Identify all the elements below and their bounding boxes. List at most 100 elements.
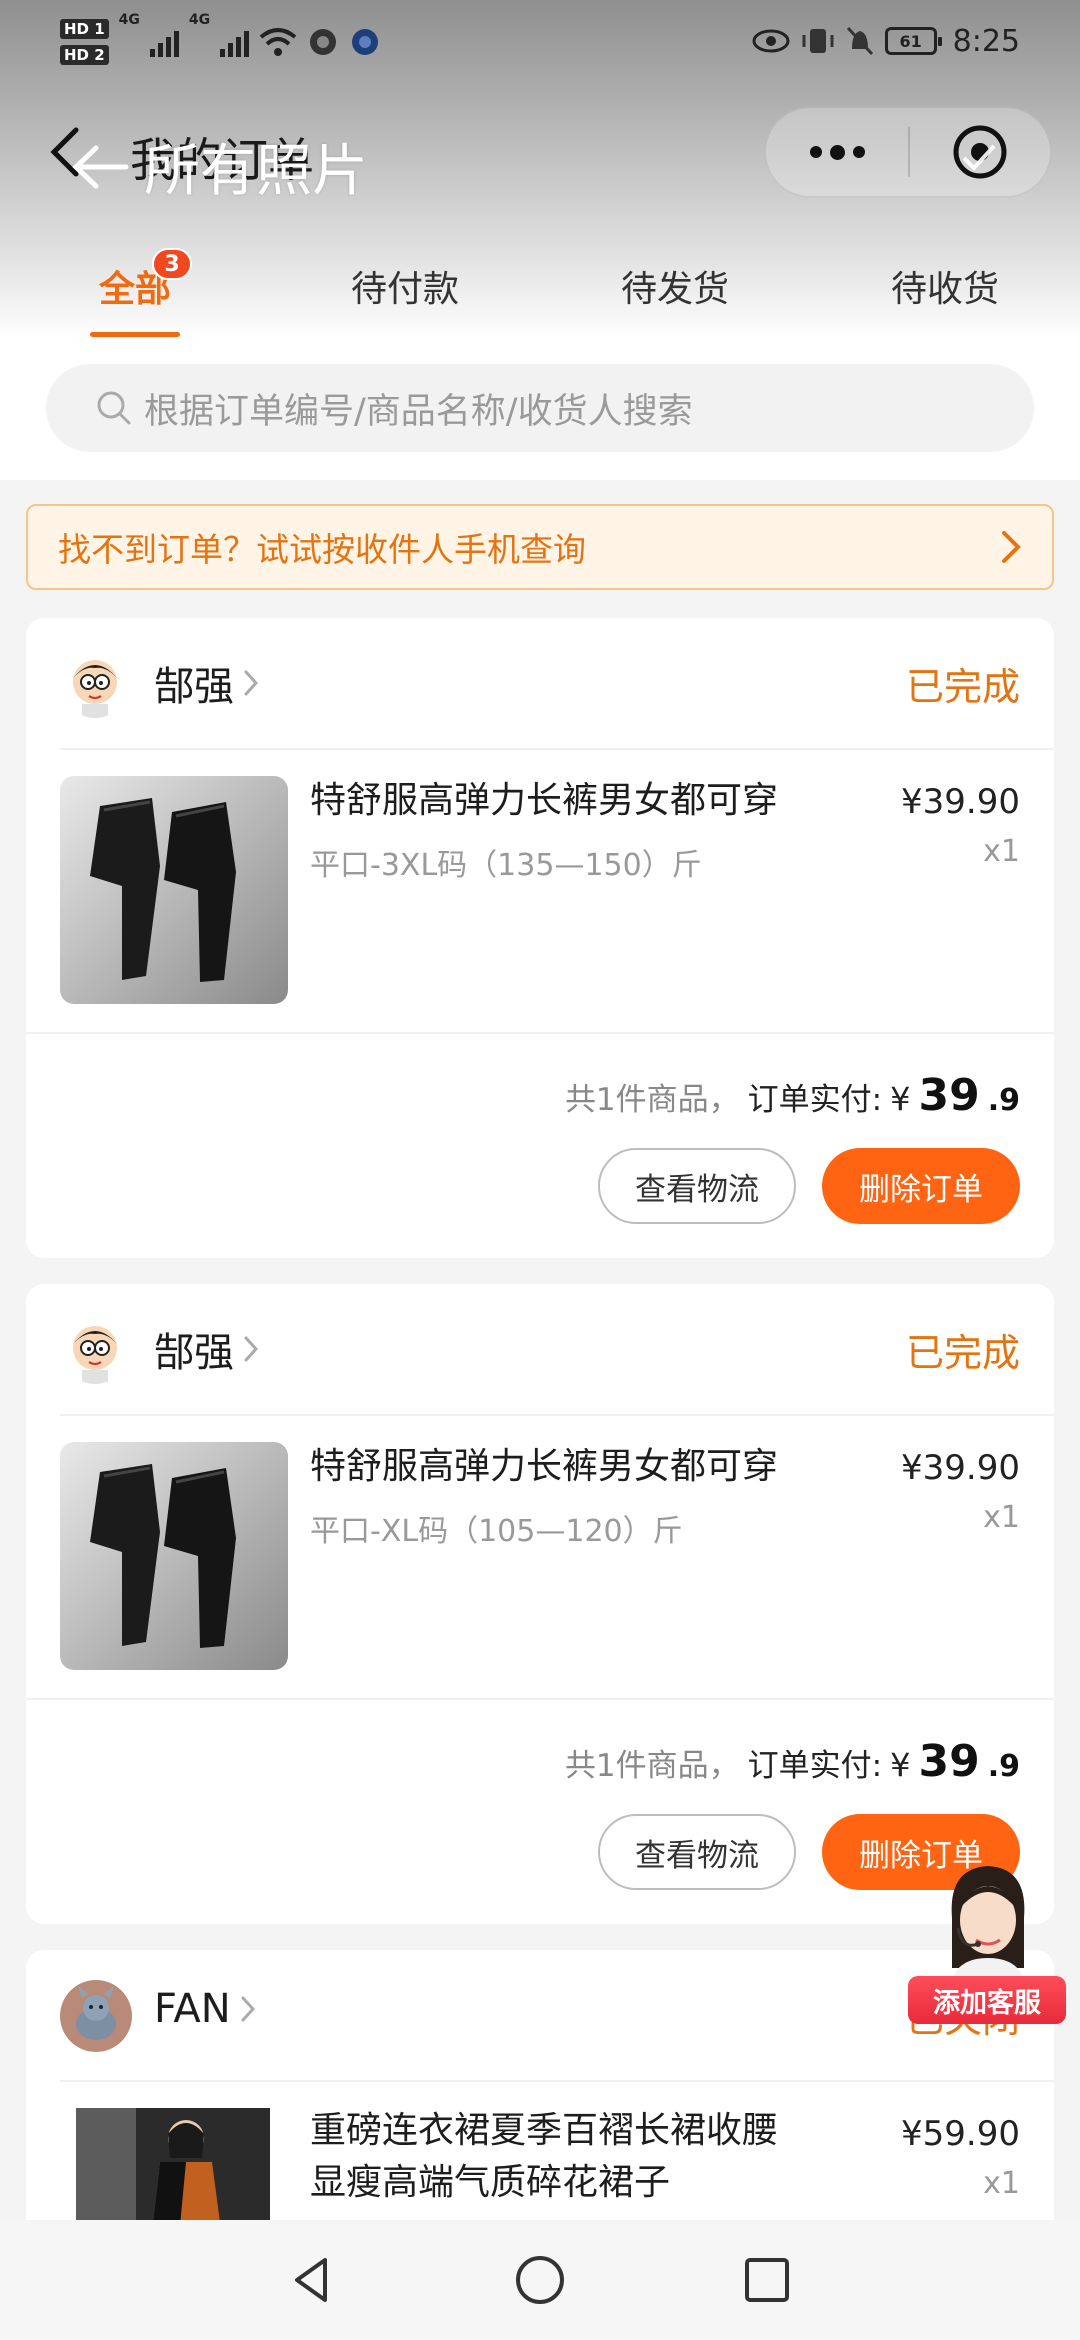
- battery-icon: 61: [884, 27, 942, 55]
- status-left: HD 1 HD 2 4G 4G: [60, 12, 381, 72]
- eye-icon: [752, 29, 790, 53]
- order-summary: 共1件商品， 订单实付: ¥ 39 .9: [565, 1736, 1020, 1787]
- tab-pending-payment[interactable]: 待付款: [270, 240, 540, 340]
- delete-order-button[interactable]: 删除订单: [822, 1148, 1020, 1224]
- tab-underline: [90, 332, 180, 337]
- paid-label: 订单实付:: [747, 1082, 883, 1118]
- tab-label: 待收货: [890, 269, 999, 310]
- product-title-line2[interactable]: 显瘦高端气质碎花裙子: [310, 2158, 850, 2208]
- wifi-icon: [259, 28, 297, 56]
- divider: [60, 2080, 1054, 2082]
- product-quantity: x1: [983, 1500, 1020, 1535]
- product-image[interactable]: [60, 1442, 288, 1670]
- search-icon: [97, 391, 131, 425]
- chevron-right-icon: [244, 1336, 259, 1362]
- product-quantity: x1: [983, 834, 1020, 869]
- tab-pending-shipment[interactable]: 待发货: [540, 240, 810, 340]
- chevron-right-icon: [244, 670, 259, 696]
- phone-lookup-banner[interactable]: 找不到订单？试试按收件人手机查询: [26, 504, 1054, 590]
- product-title[interactable]: 重磅连衣裙夏季百褶长裙收腰: [310, 2106, 850, 2156]
- mini-program-capsule: [764, 106, 1052, 198]
- circle-home-icon: [515, 2256, 564, 2304]
- order-card-header: 郜强 已完成: [26, 1284, 1054, 1414]
- vibrate-icon: [802, 29, 834, 53]
- item-count: 共1件商品，: [564, 1082, 740, 1118]
- triangle-back-icon: [295, 2258, 328, 2302]
- product-spec: 平口-3XL码（135—150）斤: [310, 848, 702, 883]
- currency-symbol: ¥: [890, 1746, 911, 1784]
- paid-amount-decimal: .9: [987, 1083, 1020, 1118]
- divider: [26, 1698, 1054, 1700]
- order-card: FAN 已关闭 重磅连衣裙夏季百褶长裙收腰 显瘦高端气质碎花裙子 ¥59.90 …: [26, 1950, 1054, 2220]
- close-button[interactable]: [910, 108, 1050, 196]
- tab-pending-receipt[interactable]: 待收货: [810, 240, 1080, 340]
- chevron-right-icon: [241, 1996, 255, 2022]
- status-time: 8:25: [952, 23, 1020, 59]
- arrow-left-icon: [72, 145, 129, 188]
- app-notification-icon: [352, 29, 379, 55]
- status-right: 61 8:25: [751, 16, 1020, 66]
- paid-amount-decimal: .9: [987, 1749, 1020, 1784]
- order-status: 已完成: [905, 1331, 1020, 1375]
- photo-overlay-title: 所有照片: [70, 126, 368, 207]
- service-agent-avatar: [928, 1858, 1048, 1988]
- tab-label: 待发货: [620, 269, 729, 310]
- order-summary: 共1件商品， 订单实付: ¥ 39 .9: [565, 1070, 1020, 1121]
- tab-label: 待付款: [350, 269, 459, 310]
- product-price: ¥39.90: [901, 782, 1020, 822]
- nav-recents-button[interactable]: [727, 2240, 807, 2320]
- paid-amount-integer: 39: [918, 1736, 980, 1787]
- order-card-header: 郜强 已完成: [26, 618, 1054, 748]
- avatar: [60, 1980, 132, 2052]
- divider: [60, 748, 1054, 750]
- app-notification-icon: [310, 29, 337, 55]
- banner-text: 找不到订单？试试按收件人手机查询: [58, 530, 586, 569]
- nav-back-button[interactable]: [273, 2240, 353, 2320]
- divider: [26, 1032, 1054, 1034]
- search-placeholder: 根据订单编号/商品名称/收货人搜索: [144, 391, 693, 432]
- shop-link[interactable]: 郜强: [154, 654, 262, 712]
- hd2-tag: HD 2: [60, 45, 109, 65]
- network-type-2: 4G: [188, 12, 211, 28]
- order-card: 郜强 已完成 特舒服高弹力长裤男女都可穿 平口-XL码（105—120）斤 ¥3…: [26, 1284, 1054, 1924]
- signal-icon: [149, 27, 179, 57]
- item-count: 共1件商品，: [564, 1748, 740, 1784]
- add-service-label: 添加客服: [908, 1976, 1066, 2024]
- signal-icon: [220, 27, 250, 57]
- shop-link[interactable]: FAN: [154, 1986, 259, 2032]
- chevron-right-icon: [1002, 531, 1021, 563]
- divider: [60, 1414, 1054, 1416]
- order-card-header: FAN 已关闭: [26, 1950, 1054, 2080]
- currency-symbol: ¥: [890, 1080, 911, 1118]
- product-price: ¥39.90: [901, 1448, 1020, 1488]
- view-logistics-button[interactable]: 查看物流: [598, 1148, 796, 1224]
- product-title[interactable]: 特舒服高弹力长裤男女都可穿: [310, 776, 850, 826]
- view-logistics-button[interactable]: 查看物流: [598, 1814, 796, 1890]
- shop-link[interactable]: 郜强: [154, 1320, 262, 1378]
- order-status: 已完成: [905, 665, 1020, 709]
- product-price: ¥59.90: [901, 2114, 1020, 2154]
- customer-service-button[interactable]: 添加客服: [906, 1858, 1066, 2034]
- product-title[interactable]: 特舒服高弹力长裤男女都可穿: [310, 1442, 850, 1492]
- product-spec: 平口-XL码（105—120）斤: [310, 1514, 683, 1549]
- status-bar: HD 1 HD 2 4G 4G 61 8:25: [0, 0, 1080, 80]
- search-input[interactable]: 根据订单编号/商品名称/收货人搜索: [46, 364, 1034, 452]
- product-quantity: x1: [983, 2166, 1020, 2201]
- overlay-title-text: 所有照片: [144, 139, 368, 204]
- paid-label: 订单实付:: [747, 1748, 883, 1784]
- avatar: [62, 652, 128, 718]
- tab-all[interactable]: 全部 3: [0, 240, 270, 340]
- avatar: [62, 1318, 128, 1384]
- square-recents-icon: [744, 2258, 789, 2302]
- network-type-1: 4G: [118, 12, 140, 28]
- order-card: 郜强 已完成 特舒服高弹力长裤男女都可穿 平口-3XL码（135—150）斤 ¥…: [26, 618, 1054, 1258]
- hd1-tag: HD 1: [60, 19, 109, 39]
- nav-home-button[interactable]: [500, 2240, 580, 2320]
- paid-amount-integer: 39: [918, 1070, 980, 1121]
- more-button[interactable]: [766, 108, 908, 196]
- shop-name: 郜强: [154, 664, 234, 710]
- product-image[interactable]: [76, 2108, 270, 2220]
- system-navigation-bar: [0, 2220, 1080, 2340]
- product-image[interactable]: [60, 776, 288, 1004]
- shop-name: FAN: [154, 1986, 231, 2032]
